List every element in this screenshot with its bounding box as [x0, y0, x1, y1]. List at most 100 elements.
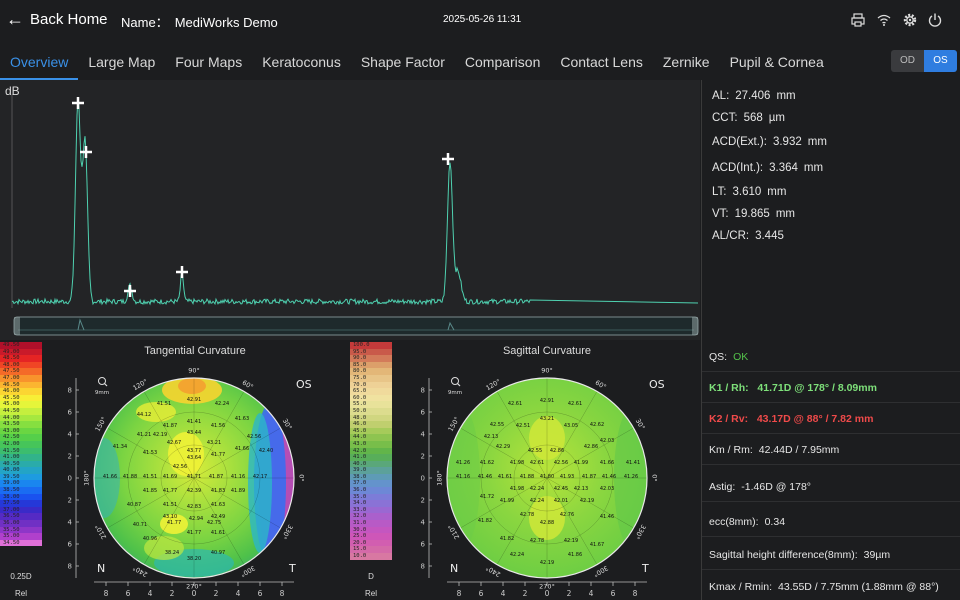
zoom-label: 9mm [448, 390, 462, 396]
tab-zernike[interactable]: Zernike [653, 46, 720, 80]
map-value: 40.87 [127, 502, 141, 508]
eye-os-button[interactable]: OS [924, 50, 957, 72]
axis-tick-label: 0 [192, 589, 197, 598]
wifi-icon[interactable] [876, 12, 892, 28]
scale-cell: 49.50 [0, 342, 42, 349]
zoom-icon[interactable] [451, 377, 461, 387]
tab-four-maps[interactable]: Four Maps [165, 46, 252, 80]
tangential-rel-label[interactable]: Rel [0, 589, 42, 598]
map-value: 41.86 [568, 552, 582, 558]
printer-icon[interactable] [850, 12, 866, 28]
axis-tick-label: 2 [68, 497, 72, 505]
scale-cell: 35.50 [0, 526, 42, 534]
axis-tick-label: 2 [567, 589, 572, 598]
a-scan-unit-label: dB [5, 84, 20, 98]
temporal-label: T [641, 562, 649, 575]
sagittal-step-label: D [368, 572, 374, 581]
axis-tick-label: 2 [214, 589, 219, 598]
tab-large-map[interactable]: Large Map [78, 46, 165, 80]
map-value: 42.13 [574, 486, 588, 492]
a-scan-plot [11, 94, 699, 336]
tab-shape-factor[interactable]: Shape Factor [351, 46, 455, 80]
map-value: 42.13 [484, 434, 498, 440]
map-value: 41.56 [211, 423, 225, 429]
biometry-value: 27.406 [735, 90, 771, 102]
ecc-row: ecc(8mm): 0.34 [702, 507, 960, 537]
biometry-label: ACD(Int.): [712, 162, 764, 174]
peak-marker-icon[interactable] [80, 146, 92, 158]
tab-bar: Overview Large Map Four Maps Keratoconus Sha… [0, 46, 880, 80]
biometry-unit: mm [807, 136, 827, 148]
sagittal-map-panel: 42.61 42.91 42.61 42.55 42.51 43.21 43.05 42.62… [394, 342, 700, 600]
map-value: 42.75 [207, 520, 221, 526]
peak-marker-icon[interactable] [176, 266, 188, 278]
back-home-button[interactable]: ← Back Home [6, 9, 108, 30]
map-value: 41.98 [510, 460, 524, 466]
map-value: 41.66 [235, 446, 249, 452]
map-value: 42.56 [247, 434, 261, 440]
map-value: 42.61 [530, 460, 544, 466]
k2-row: K2 / Rv: 43.17D @ 88° / 7.82 mm [702, 404, 960, 434]
a-scan-scrollbar[interactable] [13, 316, 699, 336]
scale-cell: 25.0 [350, 533, 392, 540]
scale-cell: 75.0 [350, 374, 392, 382]
map-value: 41.34 [113, 444, 127, 450]
map-value: 41.87 [582, 474, 596, 480]
map-value: 41.69 [163, 474, 177, 480]
map-value: 42.86 [550, 448, 564, 454]
tab-pupil-cornea[interactable]: Pupil & Cornea [720, 46, 834, 80]
map-value: 40.97 [211, 550, 225, 556]
map-value: 41.88 [520, 474, 534, 480]
map-value: 42.55 [528, 448, 542, 454]
scale-cell: 95.0 [350, 348, 392, 356]
peak-marker-icon[interactable] [442, 153, 454, 165]
scale-cell: 50.0 [350, 407, 392, 415]
tab-comparison[interactable]: Comparison [455, 46, 550, 80]
tab-overview[interactable]: Overview [0, 46, 79, 80]
zoom-icon[interactable] [98, 377, 108, 387]
biometry-value: 3.445 [755, 230, 784, 242]
axis-tick-label: 6 [68, 409, 73, 417]
biometry-row: ACD(Int.): 3.364 mm [712, 162, 823, 174]
biometry-value: 3.610 [732, 186, 762, 198]
map-value: 41.66 [103, 474, 117, 480]
scale-cell: 31.0 [350, 520, 392, 527]
astig-value: -1.46D @ 178° [741, 480, 811, 493]
scale-cell: 60.0 [350, 394, 392, 402]
map-value: 42.88 [540, 520, 554, 526]
map-value: 42.24 [530, 486, 544, 492]
peak-marker-icon[interactable] [72, 97, 84, 109]
axis-tick-label: 6 [421, 541, 426, 549]
tab-contact-lens[interactable]: Contact Lens [550, 46, 653, 80]
peak-marker-icon[interactable] [124, 285, 136, 297]
angle-label: 0° [298, 474, 306, 481]
scale-cell: 38.50 [0, 487, 42, 494]
axis-tick-label: 0 [68, 475, 72, 483]
axis-tick-label: 8 [68, 563, 72, 571]
sag-height-value: 39µm [863, 548, 891, 561]
power-icon[interactable] [927, 12, 943, 28]
nasal-label: N [450, 562, 458, 575]
map-value: 41.87 [209, 474, 223, 480]
axis-tick-label: 8 [421, 387, 425, 395]
scale-cell: 48.0 [350, 414, 392, 422]
k2-text: K2 / Rv: 43.17D @ 88° / 7.82 mm [709, 412, 874, 425]
map-value: 42.19 [580, 498, 594, 504]
gear-icon[interactable] [902, 12, 918, 28]
biometry-row: VT: 19.865 mm [712, 208, 795, 220]
eye-od-button[interactable]: OD [891, 50, 924, 72]
map-value: 42.86 [584, 444, 598, 450]
exam-datetime: 2025-05-26 11:31 [443, 14, 522, 25]
sagittal-rel-label[interactable]: Rel [350, 589, 392, 598]
map-value: 41.26 [456, 460, 470, 466]
axis-tick-label: 8 [104, 589, 109, 598]
tangential-map-panel: 43.44 42.91 41.51 42.24 44.12 41.63 41.87 41.41… [44, 342, 346, 600]
biometry-value: 3.364 [769, 162, 798, 174]
scale-cell: 90.0 [350, 355, 392, 362]
axis-tick-label: 4 [148, 589, 153, 598]
scale-cell: 40.50 [0, 460, 42, 468]
tab-keratoconus[interactable]: Keratoconus [252, 46, 351, 80]
map-value: 41.89 [231, 488, 245, 494]
map-value: 42.91 [187, 397, 201, 403]
map-value: 41.83 [211, 488, 225, 494]
